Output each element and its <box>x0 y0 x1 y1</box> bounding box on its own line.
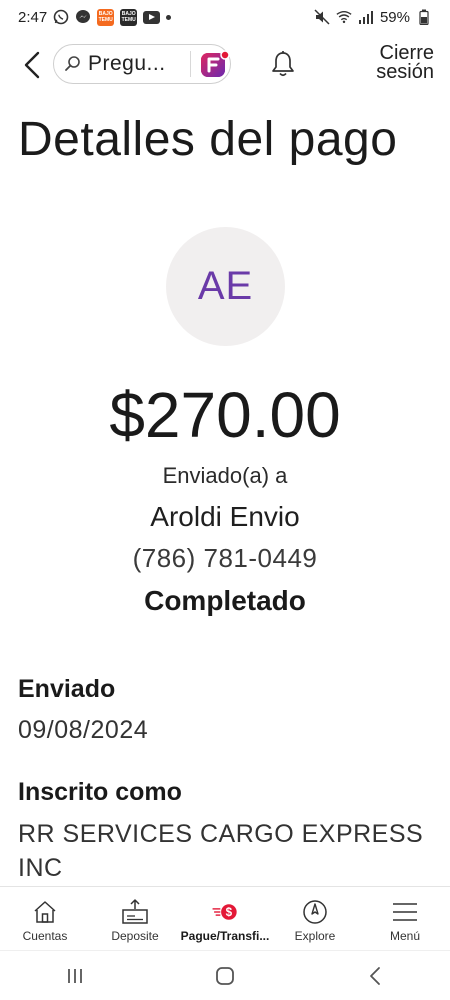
battery-icon <box>416 9 432 25</box>
search-divider <box>190 51 191 77</box>
search-text: Pregu... <box>88 52 166 75</box>
mute-icon <box>314 9 330 25</box>
enrolled-as-value: RR SERVICES CARGO EXPRESS INC <box>18 820 424 882</box>
status-right: 59% <box>314 9 432 26</box>
notifications-button[interactable] <box>270 50 300 80</box>
status-bar: 2:47 BAJO TEMU BAJO TEMU 59% <box>0 0 450 34</box>
logout-button[interactable]: Cierre sesión <box>376 43 434 83</box>
system-back-button[interactable] <box>355 956 395 996</box>
tab-label: Menú <box>389 929 421 943</box>
tab-label: Explore <box>294 929 336 943</box>
tab-explore[interactable]: Explore <box>270 887 360 948</box>
chevron-left-icon <box>24 51 40 79</box>
status-left: 2:47 BAJO TEMU BAJO TEMU <box>18 8 172 26</box>
sent-date-label: Enviado <box>18 675 116 703</box>
home-square-icon <box>216 966 234 985</box>
enrolled-as-label: Inscrito como <box>18 778 182 806</box>
payment-amount: $270.00 <box>109 379 341 451</box>
recipient-phone: (786) 781-0449 <box>132 543 318 573</box>
recent-apps-button[interactable] <box>55 956 95 996</box>
home-icon <box>31 898 59 926</box>
tab-label: Cuentas <box>22 929 68 943</box>
youtube-icon <box>143 10 161 24</box>
avatar-initials: AE <box>197 264 254 308</box>
battery-percent: 59% <box>379 8 410 26</box>
clock: 2:47 <box>18 8 48 26</box>
recipient-avatar: AE <box>166 227 285 346</box>
tab-label: Pague/Transfi... <box>180 929 270 943</box>
home-button[interactable] <box>205 956 245 996</box>
tab-label: Deposite <box>111 929 159 943</box>
compass-icon <box>301 898 329 926</box>
page-title: Detalles del pago <box>18 113 398 166</box>
back-button[interactable] <box>16 48 48 82</box>
tab-pay-transfer[interactable]: $ Pague/Transfi... <box>180 887 270 948</box>
temu-app-icon: BAJO TEMU <box>97 8 115 26</box>
wifi-icon <box>336 9 352 25</box>
back-arrow-icon <box>370 966 380 985</box>
svg-text:$: $ <box>226 906 233 919</box>
tab-accounts[interactable]: Cuentas <box>0 887 90 948</box>
search-input[interactable]: Pregu... <box>53 44 231 84</box>
tab-menu[interactable]: Menú <box>360 887 450 948</box>
payment-status: Completado <box>144 585 306 616</box>
signal-icon <box>358 9 374 25</box>
logout-label-line2: sesión <box>376 61 434 83</box>
system-navigation-bar <box>0 950 450 1000</box>
pay-transfer-icon: $ <box>211 898 239 926</box>
bell-icon <box>272 51 294 77</box>
sent-to-label: Enviado(a) a <box>162 463 288 488</box>
hamburger-icon <box>391 898 419 926</box>
sent-date-value: 09/08/2024 <box>18 716 149 744</box>
temu-app-icon-dark: BAJO TEMU <box>120 8 138 26</box>
recent-apps-icon <box>68 968 82 983</box>
recipient-name: Aroldi Envio <box>150 501 300 532</box>
deposit-icon <box>121 898 149 926</box>
messenger-icon <box>75 9 91 25</box>
bottom-tab-bar: Cuentas Deposite $ Pague/Transfi... Expl… <box>0 886 450 948</box>
more-notifications-dot <box>166 14 172 20</box>
virtual-assistant-icon[interactable] <box>199 48 231 80</box>
top-navigation: Pregu... Cierre sesión <box>0 40 450 90</box>
search-icon <box>65 56 80 71</box>
tab-deposit[interactable]: Deposite <box>90 887 180 948</box>
whatsapp-icon <box>53 9 69 25</box>
